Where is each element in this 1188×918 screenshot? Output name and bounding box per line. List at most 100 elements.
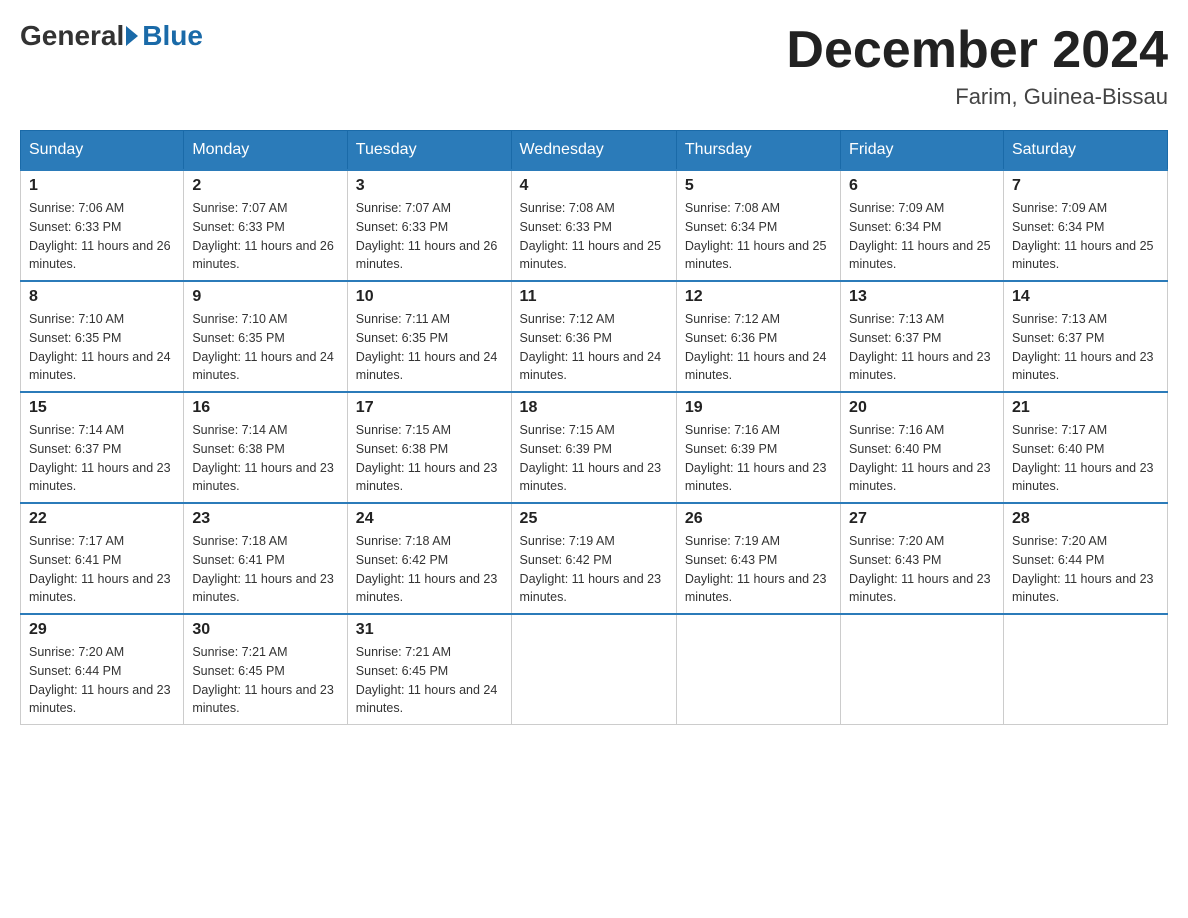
day-number: 6	[849, 177, 995, 195]
calendar-cell: 7Sunrise: 7:09 AMSunset: 6:34 PMDaylight…	[1003, 170, 1167, 281]
day-number: 30	[192, 621, 338, 639]
header-monday: Monday	[184, 131, 347, 171]
day-number: 31	[356, 621, 503, 639]
day-number: 10	[356, 288, 503, 306]
header-wednesday: Wednesday	[511, 131, 676, 171]
calendar-cell: 28Sunrise: 7:20 AMSunset: 6:44 PMDayligh…	[1003, 503, 1167, 614]
calendar-cell: 1 Sunrise: 7:06 AMSunset: 6:33 PMDaylight…	[21, 170, 184, 281]
day-info: Sunrise: 7:18 AMSunset: 6:41 PMDaylight:…	[192, 532, 338, 607]
logo-arrow-icon	[126, 26, 138, 46]
day-number: 25	[520, 510, 668, 528]
week-row-5: 29 Sunrise: 7:20 AMSunset: 6:44 PMDayligh…	[21, 614, 1168, 725]
calendar-cell: 16 Sunrise: 7:14 AMSunset: 6:38 PMDayligh…	[184, 392, 347, 503]
day-info: Sunrise: 7:19 AMSunset: 6:42 PMDaylight:…	[520, 532, 668, 607]
day-info: Sunrise: 7:17 AMSunset: 6:41 PMDaylight:…	[29, 532, 175, 607]
day-info: Sunrise: 7:17 AMSunset: 6:40 PMDaylight:…	[1012, 421, 1159, 496]
calendar-cell	[676, 614, 840, 725]
calendar-cell	[511, 614, 676, 725]
day-info: Sunrise: 7:19 AMSunset: 6:43 PMDaylight:…	[685, 532, 832, 607]
day-info: Sunrise: 7:16 AMSunset: 6:40 PMDaylight:…	[849, 421, 995, 496]
calendar-subtitle: Farim, Guinea-Bissau	[786, 84, 1168, 110]
day-info: Sunrise: 7:14 AMSunset: 6:38 PMDaylight:…	[192, 421, 338, 496]
logo-general-text: General	[20, 20, 124, 52]
logo-blue-text: Blue	[142, 20, 203, 52]
day-info: Sunrise: 7:10 AMSunset: 6:35 PMDaylight:…	[29, 310, 175, 385]
calendar-cell: 31 Sunrise: 7:21 AMSunset: 6:45 PMDayligh…	[347, 614, 511, 725]
calendar-title: December 2024	[786, 20, 1168, 80]
day-info: Sunrise: 7:18 AMSunset: 6:42 PMDaylight:…	[356, 532, 503, 607]
calendar-cell: 27 Sunrise: 7:20 AMSunset: 6:43 PMDayligh…	[841, 503, 1004, 614]
calendar-cell: 5Sunrise: 7:08 AMSunset: 6:34 PMDaylight…	[676, 170, 840, 281]
day-number: 20	[849, 399, 995, 417]
header-saturday: Saturday	[1003, 131, 1167, 171]
day-info: Sunrise: 7:11 AMSunset: 6:35 PMDaylight:…	[356, 310, 503, 385]
calendar-cell: 26 Sunrise: 7:19 AMSunset: 6:43 PMDayligh…	[676, 503, 840, 614]
calendar-cell: 25 Sunrise: 7:19 AMSunset: 6:42 PMDayligh…	[511, 503, 676, 614]
day-number: 22	[29, 510, 175, 528]
day-info: Sunrise: 7:13 AMSunset: 6:37 PMDaylight:…	[849, 310, 995, 385]
day-info: Sunrise: 7:09 AMSunset: 6:34 PMDaylight:…	[849, 199, 995, 274]
calendar-cell: 4 Sunrise: 7:08 AMSunset: 6:33 PMDaylight…	[511, 170, 676, 281]
calendar-cell: 8Sunrise: 7:10 AMSunset: 6:35 PMDaylight…	[21, 281, 184, 392]
week-row-3: 15 Sunrise: 7:14 AMSunset: 6:37 PMDayligh…	[21, 392, 1168, 503]
day-number: 16	[192, 399, 338, 417]
day-number: 26	[685, 510, 832, 528]
calendar-cell: 20 Sunrise: 7:16 AMSunset: 6:40 PMDayligh…	[841, 392, 1004, 503]
day-info: Sunrise: 7:07 AMSunset: 6:33 PMDaylight:…	[192, 199, 338, 274]
day-number: 29	[29, 621, 175, 639]
day-info: Sunrise: 7:08 AMSunset: 6:33 PMDaylight:…	[520, 199, 668, 274]
day-number: 17	[356, 399, 503, 417]
day-info: Sunrise: 7:21 AMSunset: 6:45 PMDaylight:…	[192, 643, 338, 718]
calendar-cell: 19Sunrise: 7:16 AMSunset: 6:39 PMDayligh…	[676, 392, 840, 503]
day-info: Sunrise: 7:13 AMSunset: 6:37 PMDaylight:…	[1012, 310, 1159, 385]
calendar-cell: 30 Sunrise: 7:21 AMSunset: 6:45 PMDayligh…	[184, 614, 347, 725]
day-info: Sunrise: 7:14 AMSunset: 6:37 PMDaylight:…	[29, 421, 175, 496]
calendar-cell: 18Sunrise: 7:15 AMSunset: 6:39 PMDayligh…	[511, 392, 676, 503]
week-row-4: 22 Sunrise: 7:17 AMSunset: 6:41 PMDayligh…	[21, 503, 1168, 614]
day-info: Sunrise: 7:15 AMSunset: 6:39 PMDaylight:…	[520, 421, 668, 496]
day-info: Sunrise: 7:15 AMSunset: 6:38 PMDaylight:…	[356, 421, 503, 496]
day-number: 15	[29, 399, 175, 417]
calendar-cell: 12 Sunrise: 7:12 AMSunset: 6:36 PMDayligh…	[676, 281, 840, 392]
day-number: 24	[356, 510, 503, 528]
page-header: General Blue December 2024 Farim, Guinea…	[20, 20, 1168, 110]
day-info: Sunrise: 7:16 AMSunset: 6:39 PMDaylight:…	[685, 421, 832, 496]
day-number: 3	[356, 177, 503, 195]
title-section: December 2024 Farim, Guinea-Bissau	[786, 20, 1168, 110]
day-info: Sunrise: 7:20 AMSunset: 6:44 PMDaylight:…	[29, 643, 175, 718]
day-number: 11	[520, 288, 668, 306]
day-number: 1	[29, 177, 175, 195]
header-row: SundayMondayTuesdayWednesdayThursdayFrid…	[21, 131, 1168, 171]
logo: General Blue	[20, 20, 203, 52]
calendar-cell	[841, 614, 1004, 725]
calendar-cell	[1003, 614, 1167, 725]
day-number: 28	[1012, 510, 1159, 528]
day-info: Sunrise: 7:12 AMSunset: 6:36 PMDaylight:…	[685, 310, 832, 385]
calendar-cell: 13 Sunrise: 7:13 AMSunset: 6:37 PMDayligh…	[841, 281, 1004, 392]
calendar-cell: 21Sunrise: 7:17 AMSunset: 6:40 PMDayligh…	[1003, 392, 1167, 503]
header-friday: Friday	[841, 131, 1004, 171]
day-info: Sunrise: 7:10 AMSunset: 6:35 PMDaylight:…	[192, 310, 338, 385]
day-number: 27	[849, 510, 995, 528]
day-number: 13	[849, 288, 995, 306]
day-info: Sunrise: 7:06 AMSunset: 6:33 PMDaylight:…	[29, 199, 175, 274]
day-info: Sunrise: 7:08 AMSunset: 6:34 PMDaylight:…	[685, 199, 832, 274]
day-info: Sunrise: 7:09 AMSunset: 6:34 PMDaylight:…	[1012, 199, 1159, 274]
day-info: Sunrise: 7:20 AMSunset: 6:43 PMDaylight:…	[849, 532, 995, 607]
day-number: 23	[192, 510, 338, 528]
day-info: Sunrise: 7:21 AMSunset: 6:45 PMDaylight:…	[356, 643, 503, 718]
day-info: Sunrise: 7:07 AMSunset: 6:33 PMDaylight:…	[356, 199, 503, 274]
calendar-cell: 22 Sunrise: 7:17 AMSunset: 6:41 PMDayligh…	[21, 503, 184, 614]
header-sunday: Sunday	[21, 131, 184, 171]
week-row-2: 8Sunrise: 7:10 AMSunset: 6:35 PMDaylight…	[21, 281, 1168, 392]
calendar-cell: 29 Sunrise: 7:20 AMSunset: 6:44 PMDayligh…	[21, 614, 184, 725]
calendar-cell: 10 Sunrise: 7:11 AMSunset: 6:35 PMDayligh…	[347, 281, 511, 392]
calendar-cell: 15 Sunrise: 7:14 AMSunset: 6:37 PMDayligh…	[21, 392, 184, 503]
day-number: 4	[520, 177, 668, 195]
calendar-cell: 24 Sunrise: 7:18 AMSunset: 6:42 PMDayligh…	[347, 503, 511, 614]
calendar-cell: 23 Sunrise: 7:18 AMSunset: 6:41 PMDayligh…	[184, 503, 347, 614]
calendar-cell: 2Sunrise: 7:07 AMSunset: 6:33 PMDaylight…	[184, 170, 347, 281]
calendar-cell: 11Sunrise: 7:12 AMSunset: 6:36 PMDayligh…	[511, 281, 676, 392]
calendar-cell: 9Sunrise: 7:10 AMSunset: 6:35 PMDaylight…	[184, 281, 347, 392]
day-number: 12	[685, 288, 832, 306]
